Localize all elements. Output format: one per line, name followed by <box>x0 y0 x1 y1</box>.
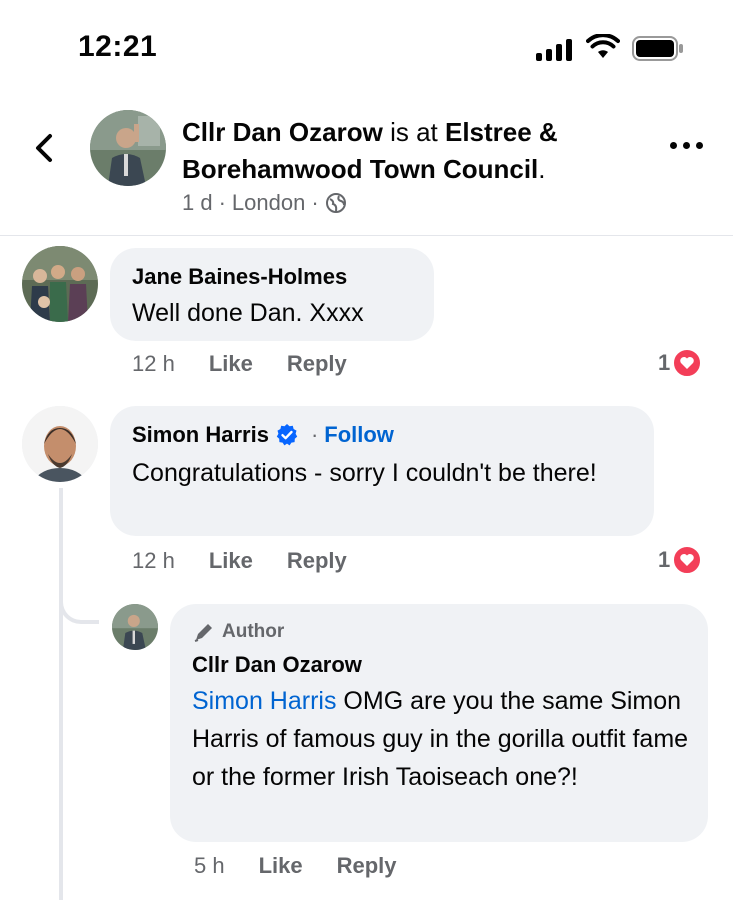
reaction-number: 1 <box>658 350 671 375</box>
thread-line <box>59 488 63 900</box>
commenter-avatar[interactable] <box>22 406 98 482</box>
author-badge-label: Author <box>222 621 285 642</box>
meta-separator: · <box>218 190 226 215</box>
cellular-signal-icon <box>536 37 574 61</box>
author-avatar[interactable] <box>90 110 166 186</box>
comment-author[interactable]: Simon Harris <box>132 422 269 448</box>
reply-text: Simon Harris OMG are you the same Simon … <box>192 682 692 796</box>
like-button[interactable]: Like <box>259 853 303 879</box>
post-title: Cllr Dan Ozarow is at Elstree & Borehamw… <box>182 114 652 188</box>
comment-header: Simon Harris · Follow <box>132 422 394 448</box>
back-button[interactable] <box>30 132 60 164</box>
reply-actions: 5 h Like Reply <box>194 853 431 879</box>
heart-reaction-icon <box>672 348 703 378</box>
commenter-avatar[interactable] <box>22 246 98 322</box>
more-options-button[interactable] <box>670 142 704 152</box>
reaction-count[interactable]: 1 <box>658 545 703 575</box>
like-button[interactable]: Like <box>209 548 253 574</box>
author-badge: Author <box>192 620 284 644</box>
follow-button[interactable]: Follow <box>324 422 394 448</box>
author-name-link[interactable]: Cllr Dan Ozarow <box>182 117 383 147</box>
reply-bubble: Author Cllr Dan Ozarow Simon Harris OMG … <box>170 604 708 842</box>
post-time[interactable]: 1 d <box>182 190 213 216</box>
follow-separator: · <box>310 422 319 447</box>
post-meta: 1 d · London · <box>182 190 347 216</box>
meta-separator: · <box>311 190 319 215</box>
verified-badge-icon <box>276 424 298 446</box>
comment-actions: 12 h Like Reply <box>132 351 381 377</box>
reply-button[interactable]: Reply <box>287 548 347 574</box>
globe-icon <box>325 193 346 213</box>
thread-branch <box>59 560 99 624</box>
reaction-number: 1 <box>658 547 671 572</box>
status-bar: 12:21 <box>0 0 733 96</box>
reaction-count[interactable]: 1 <box>658 348 703 378</box>
like-button[interactable]: Like <box>209 351 253 377</box>
comment-bubble: Simon Harris · Follow Congratulations - … <box>110 406 654 536</box>
heart-reaction-icon <box>672 545 703 575</box>
reply-button[interactable]: Reply <box>287 351 347 377</box>
comment-text: Well done Dan. Xxxx <box>132 299 364 327</box>
comment-bubble: Jane Baines-Holmes Well done Dan. Xxxx <box>110 248 434 341</box>
comment-author[interactable]: Jane Baines-Holmes <box>132 264 347 290</box>
reply-author[interactable]: Cllr Dan Ozarow <box>192 652 362 678</box>
wifi-icon <box>586 34 620 58</box>
comment-text: Congratulations - sorry I couldn't be th… <box>132 459 597 487</box>
comment-actions: 12 h Like Reply <box>132 548 381 574</box>
is-at-text: is at <box>390 117 438 147</box>
pen-icon <box>194 624 212 642</box>
clock: 12:21 <box>78 30 158 63</box>
title-period: . <box>538 154 546 184</box>
comment-time[interactable]: 12 h <box>132 548 175 574</box>
post-header: Cllr Dan Ozarow is at Elstree & Borehamw… <box>0 96 733 236</box>
reply-button[interactable]: Reply <box>337 853 397 879</box>
comment-time[interactable]: 12 h <box>132 351 175 377</box>
post-place: London <box>231 190 306 215</box>
reply-author-avatar[interactable] <box>112 604 158 650</box>
mention-link[interactable]: Simon Harris <box>192 687 336 715</box>
reply-time[interactable]: 5 h <box>194 853 225 879</box>
battery-icon <box>632 36 683 61</box>
